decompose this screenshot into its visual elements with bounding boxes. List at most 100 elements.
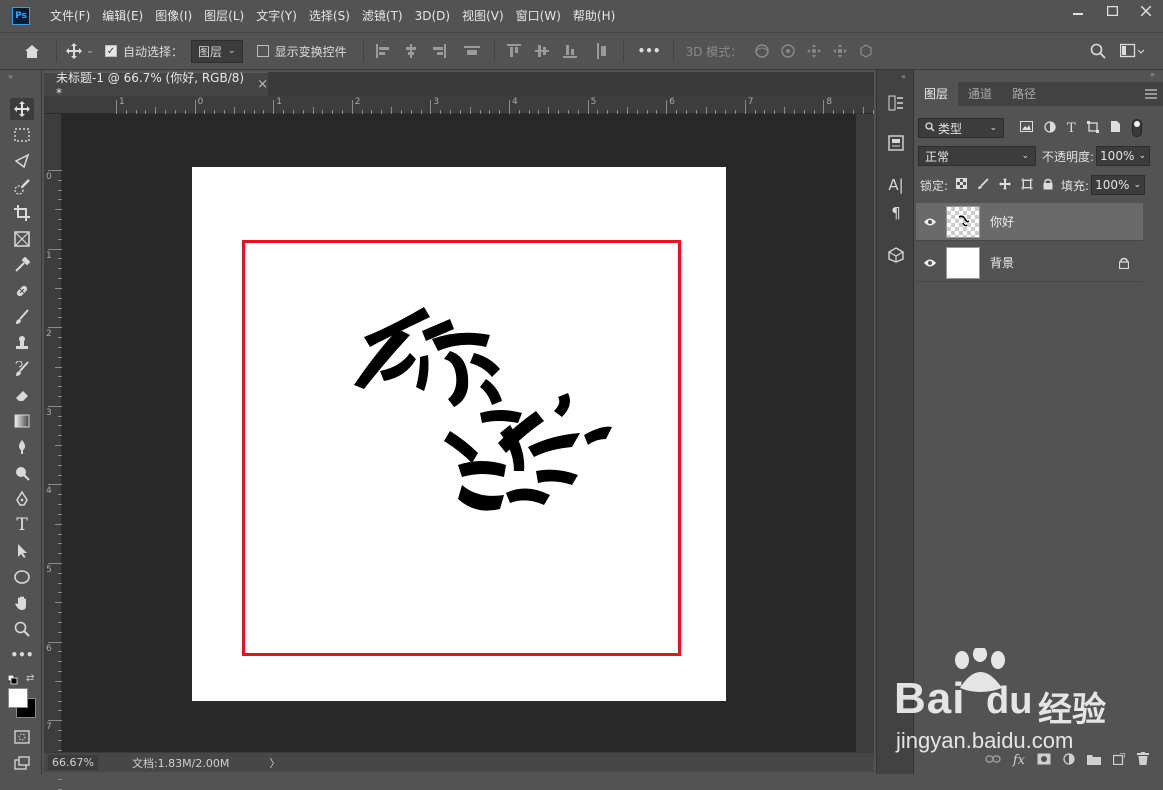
hand-tool-icon[interactable] [10,592,34,614]
3d-orbit-icon[interactable] [754,43,770,59]
quick-select-tool-icon[interactable] [10,176,34,198]
3d-slide-icon[interactable] [832,43,848,59]
zoom-tool-icon[interactable] [10,618,34,640]
eraser-tool-icon[interactable] [10,384,34,406]
close-icon[interactable] [1129,0,1163,22]
frame-tool-icon[interactable] [10,228,34,250]
auto-select-checkbox[interactable]: ✓ 自动选择： [105,43,183,60]
menu-view[interactable]: 视图(V) [456,0,510,32]
foreground-color-swatch[interactable] [8,688,28,708]
align-right-icon[interactable] [432,44,446,58]
brush-tool-icon[interactable] [10,306,34,328]
vertical-scrollbar[interactable] [856,114,874,752]
workspace-icon[interactable] [1120,43,1144,59]
photoshop-logo[interactable]: Ps [12,7,30,25]
crop-tool-icon[interactable] [10,202,34,224]
properties-panel-icon[interactable] [885,132,907,154]
align-bottom-icon[interactable] [562,44,577,58]
more-options-button[interactable]: ••• [638,44,661,58]
lock-pixels-icon[interactable] [977,177,989,193]
distribute-horizontal-icon[interactable] [463,44,480,58]
menu-edit[interactable]: 编辑(E) [96,0,149,32]
tab-layers[interactable]: 图层 [914,82,959,106]
align-top-icon[interactable] [506,44,521,58]
move-tool-icon[interactable] [10,98,34,120]
3d-pan-icon[interactable] [806,43,822,59]
menu-3d[interactable]: 3D(D) [409,0,456,32]
pen-tool-icon[interactable] [10,488,34,510]
lock-transparent-icon[interactable] [956,178,968,192]
collapse-toolbar-icon[interactable]: » [8,72,13,81]
quick-mask-icon[interactable] [10,726,34,748]
checkbox-empty-icon[interactable] [256,45,269,57]
screen-mode-icon[interactable] [10,752,34,774]
gradient-tool-icon[interactable] [10,410,34,432]
swap-colors-icon[interactable]: ⇄ [26,673,34,684]
menu-filter[interactable]: 滤镜(T) [356,0,409,32]
history-panel-icon[interactable] [885,92,907,114]
menu-image[interactable]: 图像(I) [149,0,198,32]
layer-row[interactable]: 你好 [916,203,1143,241]
visibility-eye-icon[interactable] [916,217,944,227]
layer-row[interactable]: 背景 [916,244,1143,282]
history-brush-tool-icon[interactable] [10,358,34,380]
lock-position-icon[interactable] [999,177,1012,193]
menu-help[interactable]: 帮助(H) [567,0,621,32]
smart-object-filter-icon[interactable] [1110,120,1121,136]
align-middle-icon[interactable] [534,44,549,58]
3d-scale-icon[interactable] [858,43,874,59]
visibility-eye-icon[interactable] [916,258,944,268]
menu-window[interactable]: 窗口(W) [510,0,567,32]
zoom-level[interactable]: 66.67% [48,755,98,770]
menu-layer[interactable]: 图层(L) [198,0,250,32]
maximize-icon[interactable] [1095,0,1129,22]
menu-type[interactable]: 文字(Y) [250,0,303,32]
marquee-tool-icon[interactable] [10,124,34,146]
align-left-icon[interactable] [375,44,390,58]
align-center-icon[interactable] [404,44,418,58]
lock-artboard-icon[interactable] [1021,177,1034,193]
lasso-tool-icon[interactable] [10,150,34,172]
layer-name[interactable]: 背景 [990,254,1014,271]
pixel-filter-icon[interactable] [1020,121,1033,135]
minimize-icon[interactable] [1061,0,1095,22]
checkbox-checked-icon[interactable]: ✓ [105,45,117,57]
healing-brush-tool-icon[interactable] [10,280,34,302]
document-tab[interactable]: 未标题-1 @ 66.7% (你好, RGB/8) * × [44,71,268,100]
search-icon[interactable] [1090,43,1106,59]
distribute-vertical-icon[interactable] [595,43,609,59]
close-tab-icon[interactable]: × [257,77,268,92]
expand-dock-icon[interactable]: « [901,72,906,81]
layer-filter-dropdown[interactable]: 类型 ⌄ [918,118,1004,138]
filter-toggle-icon[interactable] [1131,119,1142,137]
3d-roll-icon[interactable] [780,43,796,59]
tab-channels[interactable]: 通道 [958,82,1002,106]
path-selection-tool-icon[interactable] [10,540,34,562]
type-tool-icon[interactable]: T [10,514,34,536]
3d-panel-icon[interactable] [885,244,907,266]
eyedropper-tool-icon[interactable] [10,254,34,276]
auto-select-target-dropdown[interactable]: 图层 ⌄ [191,39,243,63]
type-filter-icon[interactable]: T [1067,121,1076,136]
shape-filter-icon[interactable] [1086,120,1099,136]
character-panel-icon[interactable]: A| [885,174,907,196]
move-tool-icon[interactable]: ⌄ [65,43,95,59]
panel-menu-icon[interactable] [1145,88,1157,102]
ellipse-tool-icon[interactable] [10,566,34,588]
more-tools-icon[interactable]: ••• [10,644,34,666]
warped-text-artwork[interactable]: 你好 [340,295,630,535]
lock-all-icon[interactable] [1043,178,1053,193]
adjustment-filter-icon[interactable] [1044,120,1056,136]
paragraph-panel-icon[interactable]: ¶ [885,202,907,224]
collapse-panel-icon[interactable]: » [1150,70,1155,79]
default-colors-icon[interactable] [7,674,18,688]
menu-file[interactable]: 文件(F) [44,0,96,32]
status-menu-arrow-icon[interactable]: 〉 [269,755,280,771]
tab-paths[interactable]: 路径 [1002,82,1046,106]
show-transform-checkbox[interactable]: 显示变换控件 [256,43,347,60]
blur-tool-icon[interactable] [10,436,34,458]
dodge-tool-icon[interactable] [10,462,34,484]
fill-field[interactable]: 100% ⌄ [1091,175,1146,195]
clone-stamp-tool-icon[interactable] [10,332,34,354]
layer-name[interactable]: 你好 [990,213,1014,230]
